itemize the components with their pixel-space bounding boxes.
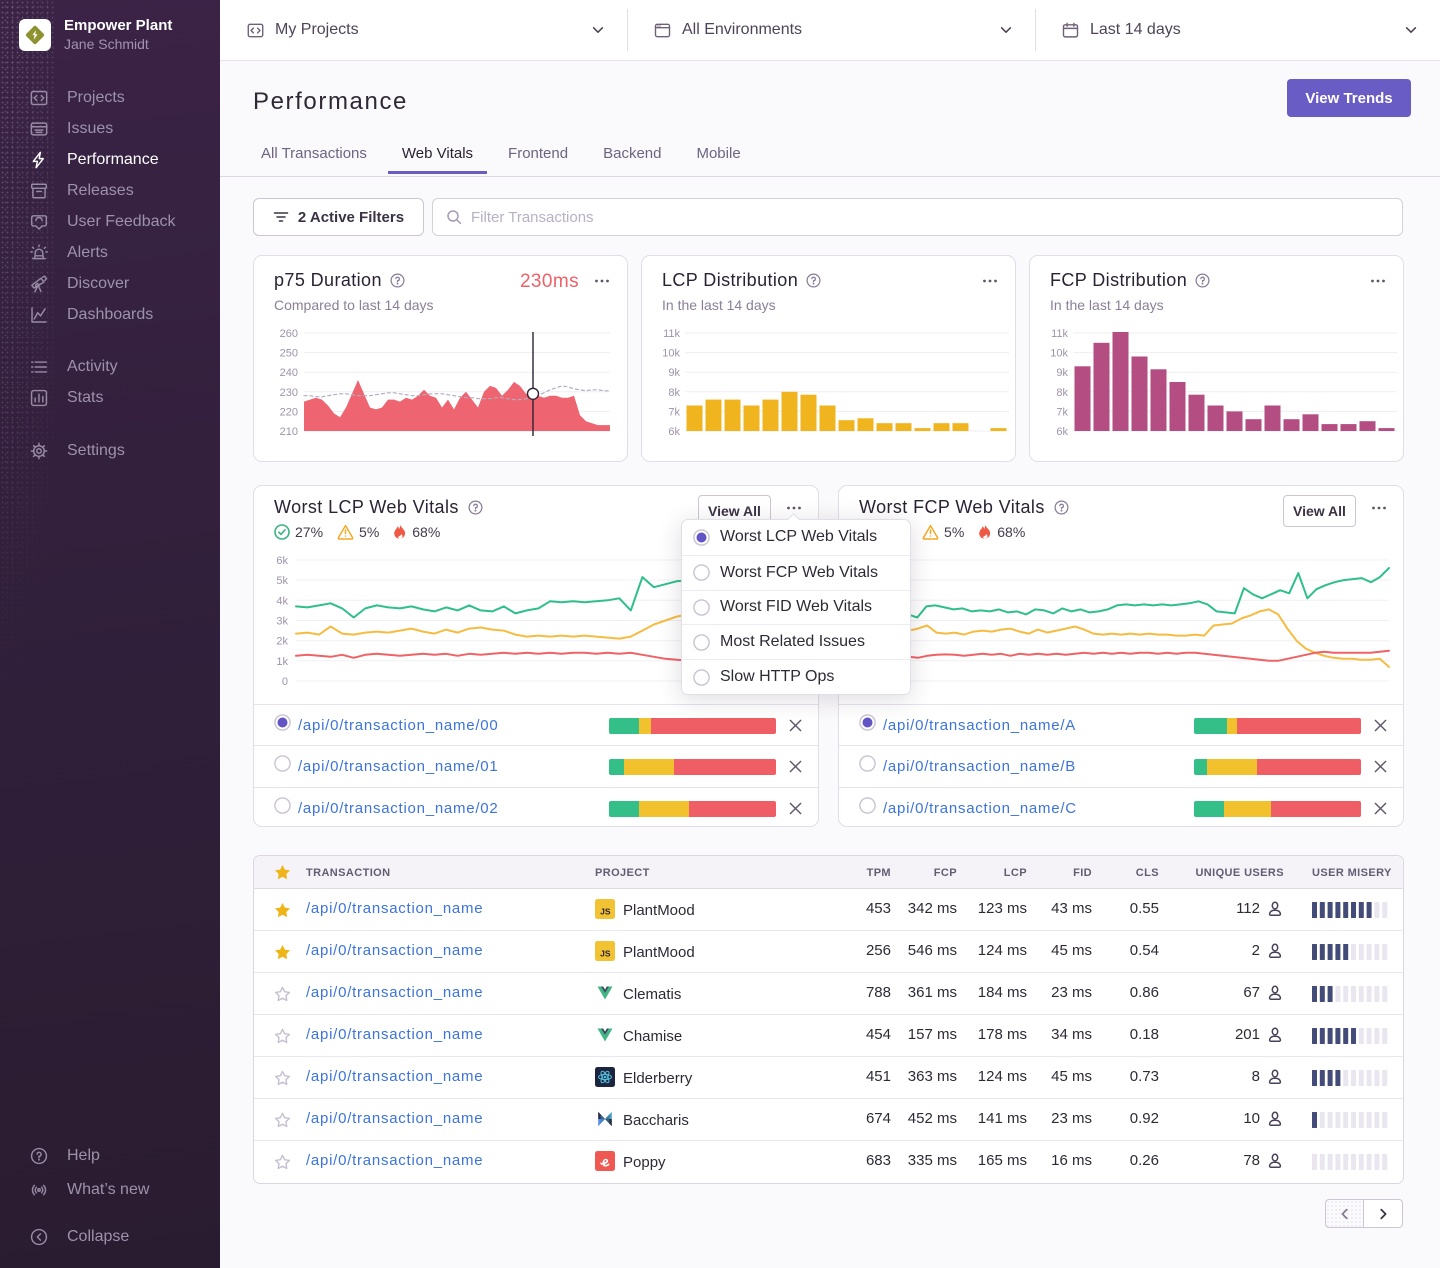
svg-text:7k: 7k [1056, 406, 1068, 418]
svg-text:7k: 7k [668, 406, 680, 418]
svg-text:9k: 9k [1056, 367, 1068, 379]
svg-text:1k: 1k [276, 656, 288, 668]
svg-text:6k: 6k [276, 555, 288, 567]
svg-text:JS: JS [600, 907, 611, 917]
svg-text:5k: 5k [276, 575, 288, 587]
svg-text:10k: 10k [1050, 348, 1068, 360]
svg-text:6k: 6k [1056, 426, 1068, 438]
svg-text:11k: 11k [1051, 328, 1068, 340]
svg-text:2k: 2k [276, 636, 288, 648]
svg-text:220: 220 [280, 406, 298, 418]
svg-text:240: 240 [280, 367, 298, 379]
svg-text:8k: 8k [668, 387, 680, 399]
svg-text:230: 230 [280, 387, 298, 399]
svg-text:3k: 3k [276, 616, 288, 628]
svg-text:11k: 11k [663, 328, 680, 340]
svg-text:210: 210 [280, 426, 298, 438]
svg-text:0: 0 [282, 676, 288, 688]
svg-text:9k: 9k [668, 367, 680, 379]
svg-text:250: 250 [280, 348, 298, 360]
svg-text:10k: 10k [662, 348, 680, 360]
svg-text:JS: JS [600, 949, 611, 959]
svg-text:6k: 6k [668, 426, 680, 438]
svg-text:4k: 4k [276, 595, 288, 607]
svg-text:8k: 8k [1056, 387, 1068, 399]
svg-text:260: 260 [280, 328, 298, 340]
